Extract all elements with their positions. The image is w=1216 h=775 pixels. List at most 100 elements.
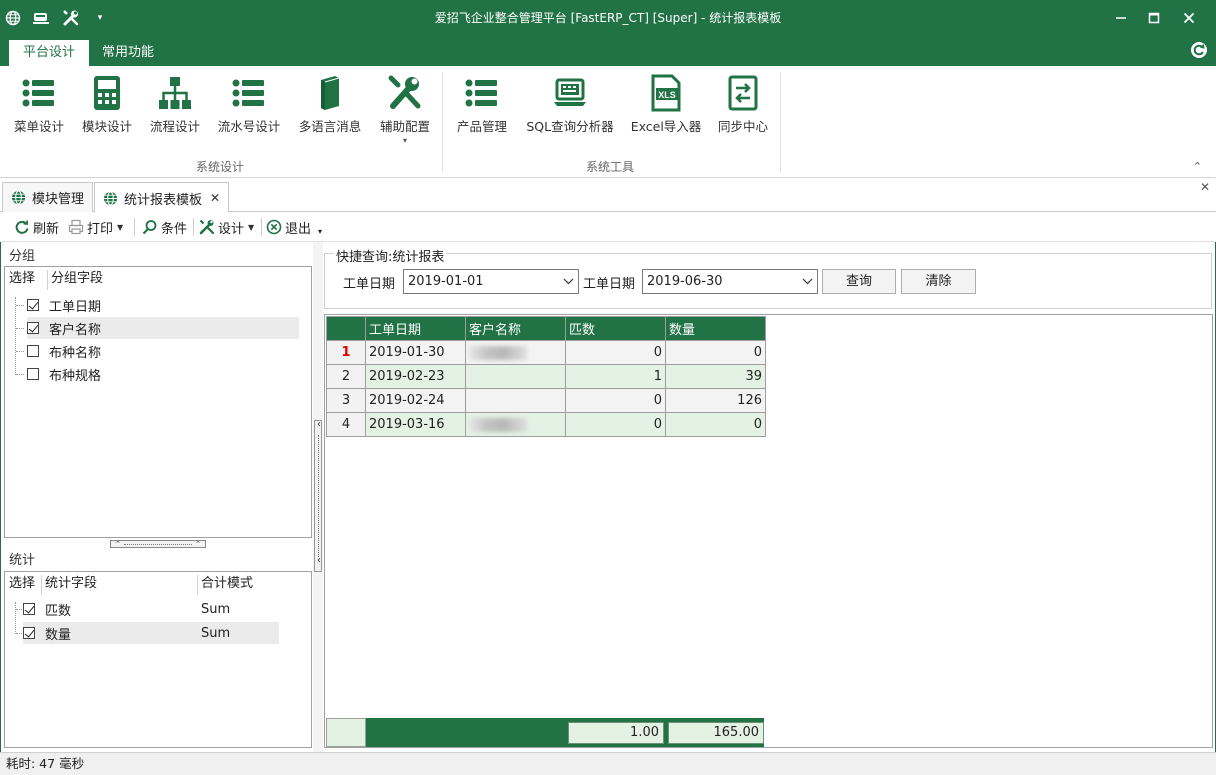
refresh-icon[interactable] bbox=[1190, 41, 1208, 59]
cell-quantity[interactable]: 39 bbox=[665, 364, 766, 389]
module-design-button[interactable]: 模块设计 bbox=[78, 74, 136, 154]
collapse-left-icon[interactable]: ‹ bbox=[315, 419, 323, 430]
splitter-grip[interactable]: ‹ ‹ bbox=[314, 419, 323, 572]
cell-pieces[interactable]: 0 bbox=[565, 388, 666, 413]
collapse-left-icon[interactable]: ‹ bbox=[315, 555, 323, 566]
cell-date[interactable]: 2019-03-16 bbox=[365, 412, 466, 437]
dropdown-arrow-icon[interactable]: ▼ bbox=[117, 223, 123, 232]
column-header-quantity[interactable]: 数量 bbox=[665, 316, 766, 341]
sync-center-button[interactable]: 同步中心 bbox=[712, 74, 774, 154]
close-document-icon[interactable]: ✕ bbox=[1200, 180, 1210, 194]
table-row[interactable]: 3 2019-02-24 0 126 bbox=[326, 388, 766, 413]
close-button[interactable] bbox=[1172, 0, 1206, 36]
query-button[interactable]: 查询 bbox=[822, 269, 896, 294]
checkbox[interactable] bbox=[27, 299, 39, 311]
cell-pieces[interactable]: 0 bbox=[565, 412, 666, 437]
group-field-row[interactable]: 布种名称 bbox=[27, 340, 297, 362]
checkbox[interactable] bbox=[23, 627, 35, 639]
group-field-row[interactable]: 工单日期 bbox=[27, 294, 297, 316]
sum-mode-value: Sum bbox=[201, 625, 231, 641]
tools-icon[interactable] bbox=[58, 0, 84, 36]
condition-label: 条件 bbox=[161, 221, 188, 237]
cell-quantity[interactable]: 0 bbox=[665, 412, 766, 437]
cell-date[interactable]: 2019-01-30 bbox=[365, 340, 466, 365]
cell-customer[interactable] bbox=[465, 340, 566, 365]
stat-field-row[interactable]: 数量 Sum bbox=[23, 622, 279, 644]
group-field-row[interactable]: 布种规格 bbox=[27, 363, 297, 385]
maximize-button[interactable] bbox=[1137, 0, 1171, 36]
cell-customer[interactable] bbox=[465, 364, 566, 389]
close-tab-icon[interactable]: ✕ bbox=[210, 191, 220, 205]
cell-date[interactable]: 2019-02-24 bbox=[365, 388, 466, 413]
design-button[interactable]: 设计 ▼ bbox=[199, 216, 254, 238]
cell-quantity[interactable]: 126 bbox=[665, 388, 766, 413]
window-title: 爱招飞企业整合管理平台 [FastERP_CT] [Super] - 统计报表模… bbox=[434, 11, 782, 25]
row-number[interactable]: 4 bbox=[326, 412, 366, 437]
chevron-down-icon[interactable] bbox=[802, 270, 813, 301]
checkbox[interactable] bbox=[27, 368, 39, 380]
serial-number-design-button[interactable]: 流水号设计 bbox=[214, 74, 284, 154]
multilanguage-messages-button[interactable]: 多语言消息 bbox=[294, 74, 366, 154]
column-header-customer[interactable]: 客户名称 bbox=[465, 316, 566, 341]
collapse-ribbon-icon[interactable]: ⌃ bbox=[1193, 160, 1202, 173]
vertical-splitter[interactable]: ‹ ‹ bbox=[313, 242, 323, 755]
tools-icon bbox=[199, 219, 215, 235]
sql-query-analyzer-button[interactable]: SQL查询分析器 bbox=[522, 74, 618, 154]
excel-importer-button[interactable]: XLS Excel导入器 bbox=[628, 74, 704, 154]
header-divider bbox=[41, 575, 42, 595]
checkbox[interactable] bbox=[23, 603, 35, 615]
cell-quantity[interactable]: 0 bbox=[665, 340, 766, 365]
group-field-row[interactable]: 客户名称 bbox=[27, 317, 299, 339]
chevron-down-icon[interactable] bbox=[563, 270, 574, 301]
column-header-pieces[interactable]: 匹数 bbox=[565, 316, 666, 341]
table-row[interactable]: 2 2019-02-23 1 39 bbox=[326, 364, 766, 389]
exit-label: 退出 bbox=[285, 221, 312, 237]
list-icon bbox=[465, 79, 497, 107]
cell-customer[interactable] bbox=[465, 412, 566, 437]
row-number[interactable]: 2 bbox=[326, 364, 366, 389]
table-row[interactable]: 4 2019-03-16 0 0 bbox=[326, 412, 766, 437]
eraser-icon[interactable] bbox=[30, 0, 52, 36]
toolbar-overflow-icon[interactable]: ▾ bbox=[318, 220, 322, 242]
date-from-combo[interactable]: 2019-01-01 bbox=[403, 269, 579, 294]
ribbon-tab-common-functions[interactable]: 常用功能 bbox=[88, 40, 168, 66]
date-from-value: 2019-01-01 bbox=[408, 274, 484, 289]
globe-icon bbox=[103, 190, 118, 206]
group-panel-title: 分组 bbox=[9, 249, 36, 264]
clear-button[interactable]: 清除 bbox=[901, 269, 976, 294]
cell-date[interactable]: 2019-02-23 bbox=[365, 364, 466, 389]
auxiliary-config-button[interactable]: 辅助配置 ▾ bbox=[374, 74, 436, 154]
group-separator bbox=[442, 72, 443, 172]
cell-pieces[interactable]: 0 bbox=[565, 340, 666, 365]
row-number[interactable]: 1 bbox=[326, 340, 366, 365]
dropdown-arrow-icon[interactable]: ▼ bbox=[248, 223, 254, 232]
tab-report-template[interactable]: 统计报表模板 ✕ bbox=[94, 182, 230, 213]
table-row[interactable]: 1 2019-01-30 0 0 bbox=[326, 340, 766, 365]
ribbon-tab-platform-design[interactable]: 平台设计 bbox=[9, 40, 90, 66]
checkbox[interactable] bbox=[27, 345, 39, 357]
column-header-date[interactable]: 工单日期 bbox=[365, 316, 466, 341]
product-management-button[interactable]: 产品管理 bbox=[452, 74, 512, 154]
group-field-label: 工单日期 bbox=[49, 299, 102, 315]
minimize-button[interactable] bbox=[1104, 0, 1138, 36]
cell-customer[interactable] bbox=[465, 388, 566, 413]
printer-icon bbox=[68, 219, 84, 235]
serial-number-design-label: 流水号设计 bbox=[217, 119, 281, 134]
tab-module-management[interactable]: 模块管理 bbox=[2, 182, 94, 212]
refresh-button[interactable]: 刷新 bbox=[14, 216, 59, 238]
stat-field-row[interactable]: 匹数 Sum bbox=[23, 598, 279, 620]
globe-icon[interactable] bbox=[2, 0, 24, 36]
date-to-combo[interactable]: 2019-06-30 bbox=[642, 269, 818, 294]
print-button[interactable]: 打印 ▼ bbox=[68, 216, 123, 238]
checkbox[interactable] bbox=[27, 322, 39, 334]
cell-pieces[interactable]: 1 bbox=[565, 364, 666, 389]
auxiliary-config-label: 辅助配置 bbox=[379, 119, 430, 134]
menu-design-button[interactable]: 菜单设计 bbox=[10, 74, 68, 154]
flow-design-button[interactable]: 流程设计 bbox=[146, 74, 204, 154]
row-number[interactable]: 3 bbox=[326, 388, 366, 413]
condition-button[interactable]: 条件 bbox=[142, 216, 187, 238]
row-number-header[interactable] bbox=[326, 316, 366, 341]
exit-button[interactable]: 退出 bbox=[266, 216, 311, 238]
horizontal-splitter-handle[interactable]: ⌃ ⌃ bbox=[110, 540, 206, 548]
customize-quick-access-dropdown[interactable]: ▾ bbox=[92, 0, 108, 36]
